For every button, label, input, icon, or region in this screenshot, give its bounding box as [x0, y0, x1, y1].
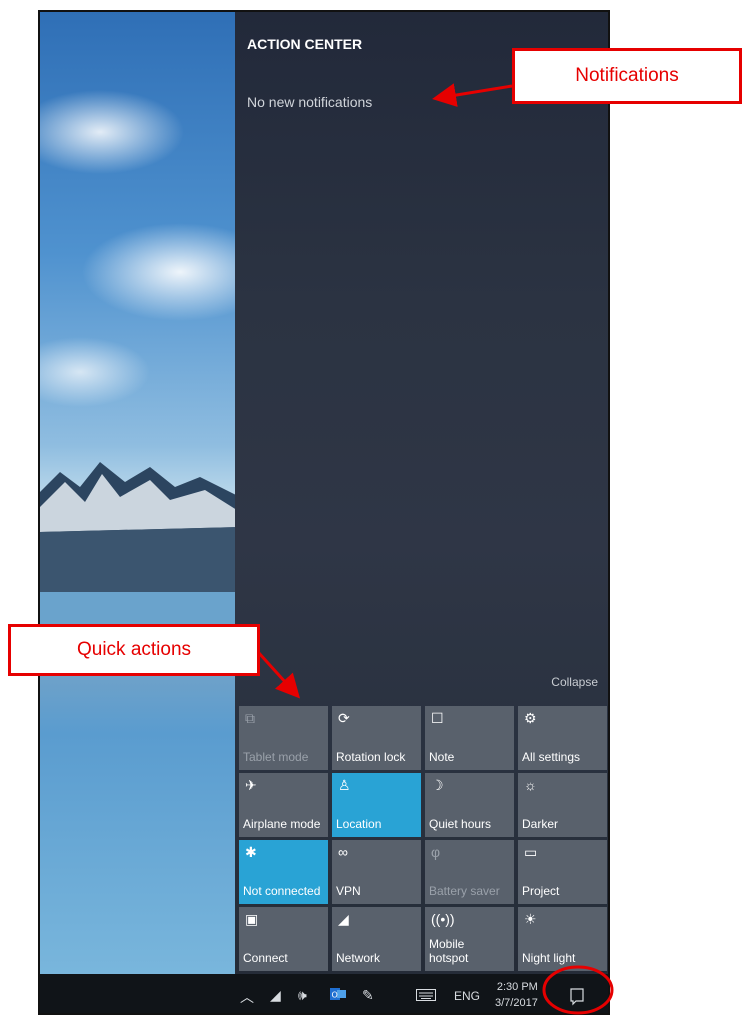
- svg-text:O: O: [332, 991, 338, 1000]
- quick-action-label: Connect: [243, 951, 288, 965]
- moon-icon: ☽: [431, 777, 444, 793]
- screenshot-frame: ACTION CENTER No new notifications Colla…: [38, 10, 610, 1015]
- action-center-title: ACTION CENTER: [247, 36, 363, 52]
- quick-action-project[interactable]: ▭ Project: [518, 840, 607, 904]
- rotation-lock-icon: ⟳: [338, 710, 350, 726]
- quick-action-label: Network: [336, 951, 381, 965]
- airplane-icon: ✈: [245, 777, 257, 793]
- collapse-link[interactable]: Collapse: [551, 675, 598, 689]
- quick-action-connect[interactable]: ▣ Connect: [239, 907, 328, 971]
- connect-icon: ▣: [245, 911, 259, 927]
- quick-actions-callout: Quick actions: [8, 624, 260, 676]
- quick-action-label: Mobile hotspot: [429, 937, 469, 965]
- note-icon: ☐: [431, 710, 444, 726]
- clock[interactable]: 2:30 PM 3/7/2017: [495, 979, 538, 1011]
- quick-action-label: Not connected: [243, 884, 321, 898]
- pen-icon[interactable]: ✎: [362, 987, 374, 1004]
- quick-action-label: Rotation lock: [336, 750, 406, 764]
- project-icon: ▭: [524, 844, 538, 860]
- quick-action-label: Night light: [522, 951, 576, 965]
- action-center-panel: ACTION CENTER No new notifications Colla…: [235, 12, 608, 974]
- action-center-button[interactable]: [560, 982, 594, 1010]
- bluetooth-icon: ✱: [245, 844, 257, 860]
- desktop-wallpaper: [40, 12, 240, 974]
- quick-action-not-connected[interactable]: ✱ Not connected: [239, 840, 328, 904]
- wifi-icon[interactable]: ◢: [270, 987, 281, 1004]
- quick-action-battery-saver[interactable]: φ Battery saver: [425, 840, 514, 904]
- location-icon: ♙: [338, 777, 351, 793]
- quick-action-label: Airplane mode: [243, 817, 321, 831]
- volume-icon[interactable]: 🕪: [298, 987, 307, 1004]
- tablet-mode-icon: ⧉: [245, 710, 255, 726]
- chevron-up-icon[interactable]: ︿: [240, 987, 254, 1007]
- quick-action-all-settings[interactable]: ⚙ All settings: [518, 706, 607, 770]
- quick-action-label: All settings: [522, 750, 581, 764]
- quick-action-label: Tablet mode: [243, 750, 309, 764]
- quick-action-label: Location: [336, 817, 382, 831]
- quick-action-label: Battery saver: [429, 884, 500, 898]
- mountain-image: [40, 462, 240, 632]
- quick-action-tablet-mode[interactable]: ⧉ Tablet mode: [239, 706, 328, 770]
- language-indicator[interactable]: ENG: [454, 989, 480, 1003]
- keyboard-icon[interactable]: [416, 988, 436, 1004]
- clock-time: 2:30 PM: [496, 981, 538, 993]
- quick-action-location[interactable]: ♙ Location: [332, 773, 421, 837]
- outlook-icon[interactable]: O: [330, 986, 346, 1005]
- quick-action-network[interactable]: ◢ Network: [332, 907, 421, 971]
- quick-action-quiet-hours[interactable]: ☽ Quiet hours: [425, 773, 514, 837]
- quick-action-mobile-hotspot[interactable]: ((•)) Mobile hotspot: [425, 907, 514, 971]
- notification-icon: [570, 988, 584, 1006]
- quick-action-night-light[interactable]: ☀ Night light: [518, 907, 607, 971]
- night-light-icon: ☀: [524, 911, 537, 927]
- quick-action-rotation-lock[interactable]: ⟳ Rotation lock: [332, 706, 421, 770]
- vpn-icon: ∞: [338, 844, 348, 860]
- quick-action-label: Project: [522, 884, 560, 898]
- brightness-icon: ☼: [524, 777, 537, 793]
- clock-date: 3/7/2017: [495, 997, 538, 1009]
- quick-action-note[interactable]: ☐ Note: [425, 706, 514, 770]
- quick-action-vpn[interactable]: ∞ VPN: [332, 840, 421, 904]
- quick-action-label: Quiet hours: [429, 817, 492, 831]
- quick-action-label: Note: [429, 750, 455, 764]
- no-notifications-message: No new notifications: [247, 94, 373, 110]
- battery-saver-icon: φ: [431, 844, 441, 860]
- taskbar: ︿ ◢ 🕪 O ✎ ENG 2:30 PM 3/7/2017: [40, 974, 608, 1013]
- quick-action-label: VPN: [336, 884, 361, 898]
- notifications-callout: Notifications: [512, 48, 742, 104]
- network-icon: ◢: [338, 911, 349, 927]
- quick-action-airplane-mode[interactable]: ✈ Airplane mode: [239, 773, 328, 837]
- quick-actions-grid: ⧉ Tablet mode ⟳ Rotation lock ☐ Note ⚙ All sett…: [239, 706, 608, 971]
- gear-icon: ⚙: [524, 710, 537, 726]
- quick-action-darker[interactable]: ☼ Darker: [518, 773, 607, 837]
- quick-action-label: Darker: [522, 817, 559, 831]
- hotspot-icon: ((•)): [431, 911, 455, 927]
